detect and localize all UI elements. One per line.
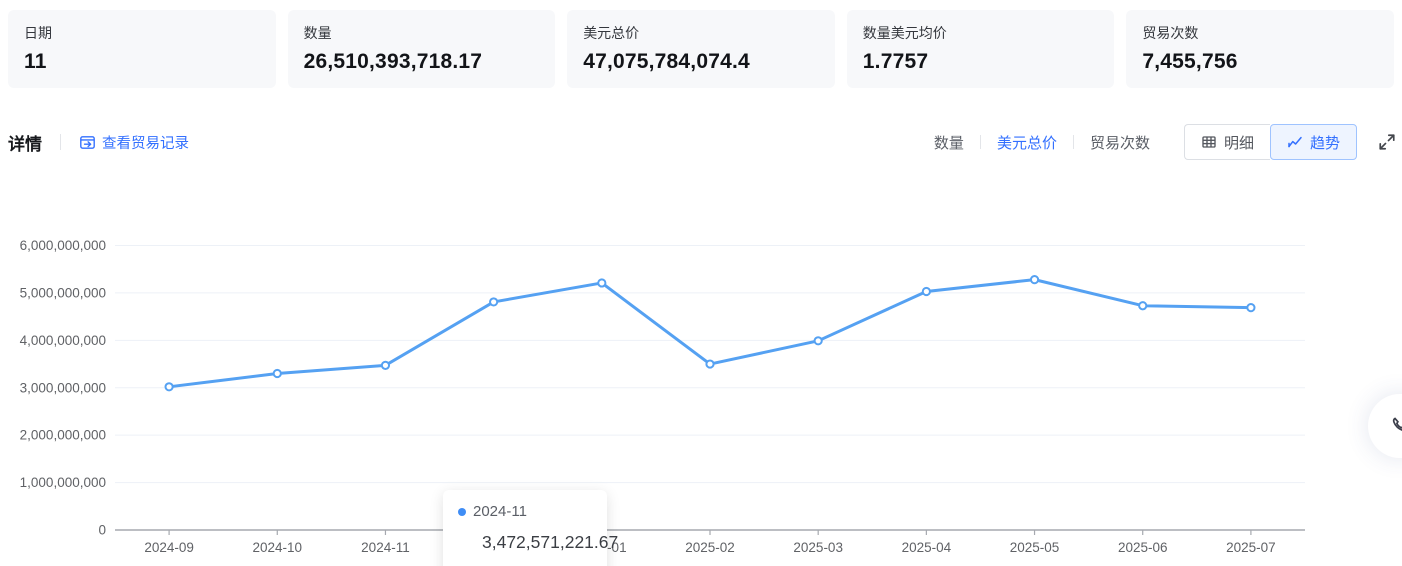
data-point[interactable] <box>1247 304 1254 311</box>
phone-icon <box>1389 415 1402 437</box>
tooltip-category: 2024-11 <box>473 503 527 520</box>
x-axis-label: 2025-06 <box>1118 540 1168 555</box>
data-point[interactable] <box>382 362 389 369</box>
y-axis-label: 2,000,000,000 <box>20 428 106 443</box>
trade-dashboard: 日期 11 数量 26,510,393,718.17 美元总价 47,075,7… <box>0 0 1402 566</box>
data-point[interactable] <box>490 298 497 305</box>
data-point[interactable] <box>923 288 930 295</box>
trend-line <box>169 280 1251 387</box>
x-axis-label: 2024-10 <box>252 540 302 555</box>
y-axis-label: 1,000,000,000 <box>20 475 106 490</box>
x-axis-label: 2025-05 <box>1010 540 1060 555</box>
data-point[interactable] <box>706 360 713 367</box>
x-axis-label: 2024-11 <box>361 540 410 555</box>
data-point[interactable] <box>815 337 822 344</box>
x-axis-label: 2024-09 <box>144 540 194 555</box>
y-axis-label: 5,000,000,000 <box>20 285 106 300</box>
y-axis-label: 0 <box>98 523 106 538</box>
series-dot-icon <box>458 508 466 516</box>
chart-tooltip: 2024-11 3,472,571,221.67 <box>443 490 607 566</box>
x-axis-label: 2025-04 <box>902 540 952 555</box>
data-point[interactable] <box>165 383 172 390</box>
data-point[interactable] <box>274 370 281 377</box>
x-axis-label: 2025-07 <box>1226 540 1276 555</box>
tooltip-value: 3,472,571,221.67 <box>482 532 593 553</box>
x-axis-label: 2025-03 <box>793 540 843 555</box>
x-axis-label: 2025-02 <box>685 540 735 555</box>
trend-line-chart[interactable]: 0 1,000,000,000 2,000,000,000 3,000,000,000… <box>0 0 1402 566</box>
y-axis-label: 3,000,000,000 <box>20 380 106 395</box>
data-point[interactable] <box>598 279 605 286</box>
y-axis-label: 4,000,000,000 <box>20 333 106 348</box>
tooltip-header: 2024-11 <box>458 503 593 520</box>
data-point[interactable] <box>1139 302 1146 309</box>
data-point[interactable] <box>1031 276 1038 283</box>
y-axis-label: 6,000,000,000 <box>20 238 106 253</box>
